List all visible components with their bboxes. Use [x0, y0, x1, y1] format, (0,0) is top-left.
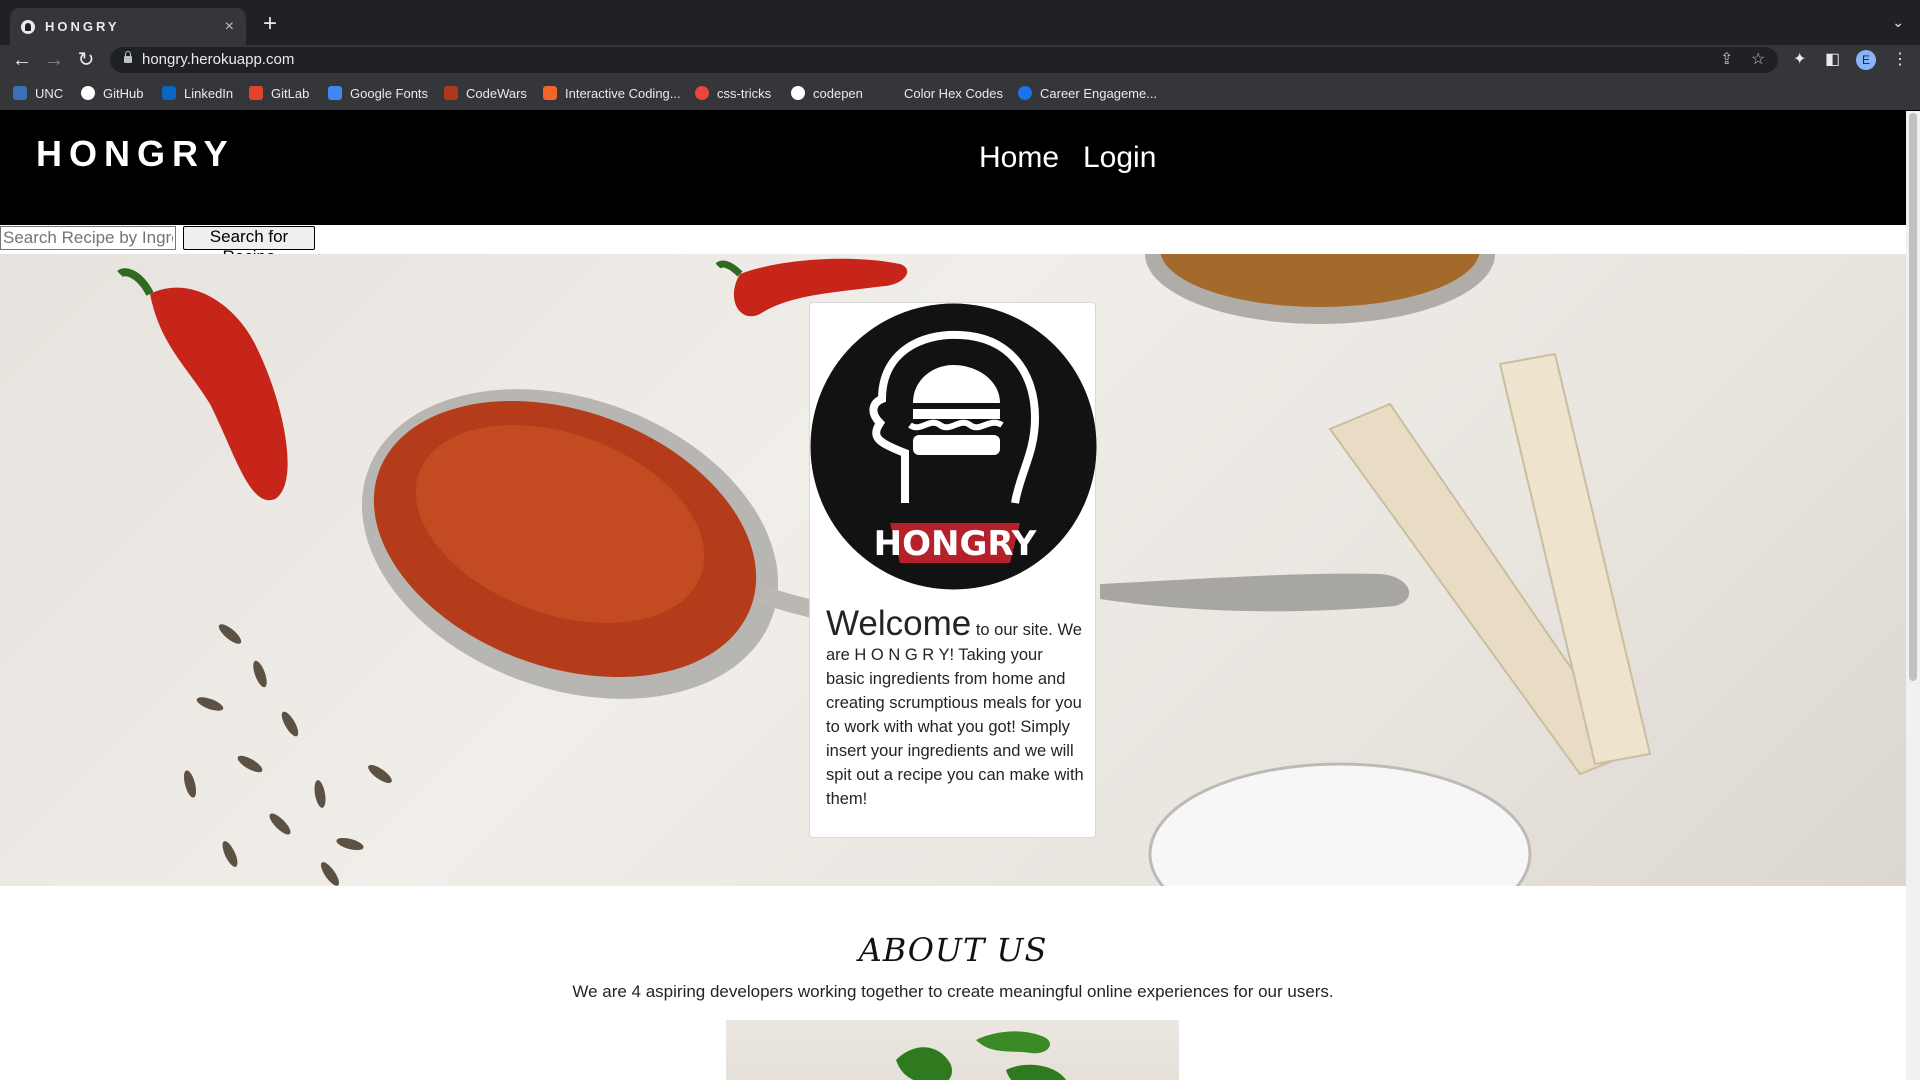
peppers-image — [726, 1020, 1179, 1080]
about-us-title: ABOUT US — [858, 931, 1048, 969]
bookmark-star-icon[interactable]: ☆ — [1751, 50, 1765, 70]
browser-tab[interactable]: HONGRY × — [10, 8, 246, 45]
reload-icon[interactable]: ↻ — [73, 47, 99, 73]
tab-search-chevron-icon[interactable]: ⌄ — [1892, 14, 1904, 31]
browser-toolbar: ← → ↻ hongry.herokuapp.com ⇪ ☆ ✦ ◧ E ⋮ — [0, 45, 1920, 75]
back-icon[interactable]: ← — [9, 47, 35, 73]
bookmark-unc[interactable]: UNC — [13, 84, 63, 102]
page-scrollbar[interactable] — [1906, 111, 1920, 1080]
lemongrass-image — [1328, 352, 1652, 776]
extensions-icon[interactable]: ✦ — [1793, 50, 1806, 70]
github-icon — [81, 86, 95, 100]
bookmark-css-tricks[interactable]: css-tricks — [695, 84, 771, 102]
silver-spoon-image — [1100, 573, 1410, 612]
bookmark-label: CodeWars — [466, 85, 527, 101]
bookmark-label: Google Fonts — [350, 85, 429, 101]
unc-icon — [13, 86, 27, 100]
bookmark-interactive-coding[interactable]: Interactive Coding... — [543, 84, 681, 102]
bookmark-color-hex-codes[interactable]: Color Hex Codes — [882, 84, 1003, 102]
bookmark-label: Career Engageme... — [1040, 85, 1158, 101]
nav-home-link[interactable]: Home — [979, 141, 1059, 175]
bookmark-gitlab[interactable]: GitLab — [249, 84, 309, 102]
side-panel-icon[interactable]: ◧ — [1825, 50, 1840, 70]
hongry-logo-image: HONGRY — [810, 303, 1097, 590]
bookmark-label: GitLab — [271, 85, 310, 101]
browser-tab-bar: HONGRY × + ⌄ — [0, 0, 1920, 45]
chili-pepper-image — [117, 268, 288, 501]
bookmark-label: GitHub — [103, 85, 144, 101]
url-text[interactable]: hongry.herokuapp.com — [142, 51, 294, 68]
spice-spoon-image — [1145, 254, 1495, 324]
welcome-paragraph: Welcome to our site. We are H O N G R Y!… — [826, 605, 1084, 811]
bookmark-google-fonts[interactable]: Google Fonts — [328, 84, 428, 102]
welcome-card: HONGRY Welcome to our site. We are H O N… — [809, 302, 1097, 838]
bookmark-label: codepen — [813, 85, 863, 101]
cumin-seeds-image — [183, 624, 392, 886]
bookmark-codepen[interactable]: codepen — [791, 84, 863, 102]
share-icon[interactable]: ⇪ — [1720, 50, 1733, 70]
bookmark-label: css-tricks — [717, 85, 772, 101]
tab-close-icon[interactable]: × — [225, 18, 234, 36]
hero-banner: HONGRY Welcome to our site. We are H O N… — [0, 254, 1906, 886]
new-tab-icon[interactable]: + — [258, 12, 282, 36]
green-peppers-image — [896, 1031, 1066, 1080]
scrollbar-thumb[interactable] — [1909, 113, 1917, 681]
bookmark-github[interactable]: GitHub — [81, 84, 143, 102]
codewars-icon — [444, 86, 458, 100]
google-fonts-icon — [328, 86, 342, 100]
bookmark-label: Interactive Coding... — [565, 85, 681, 101]
nav-login-link[interactable]: Login — [1083, 141, 1156, 175]
tab-title: HONGRY — [45, 19, 120, 34]
linkedin-icon — [162, 86, 176, 100]
profile-avatar[interactable]: E — [1856, 50, 1876, 70]
menu-kebab-icon[interactable]: ⋮ — [1892, 50, 1908, 70]
hongry-favicon-icon — [21, 19, 35, 34]
bookmark-label: UNC — [35, 85, 64, 101]
address-bar[interactable]: hongry.herokuapp.com ⇪ ☆ — [110, 47, 1778, 73]
site-brand[interactable]: HONGRY — [36, 133, 235, 175]
about-us-text: We are 4 aspiring developers working tog… — [572, 982, 1334, 1001]
welcome-body: to our site. We are H O N G R Y! Taking … — [826, 621, 1084, 808]
ingredient-search-input[interactable] — [0, 226, 176, 250]
gitlab-icon — [249, 86, 263, 100]
search-recipe-button[interactable]: Search for Recipe — [183, 226, 315, 266]
bookmark-label: Color Hex Codes — [904, 85, 1003, 101]
bookmark-career-engagement[interactable]: Career Engageme... — [1018, 84, 1157, 102]
site-header: HONGRY Home Login — [0, 111, 1906, 225]
bookmark-codewars[interactable]: CodeWars — [444, 84, 527, 102]
codepen-icon — [791, 86, 805, 100]
svg-text:HONGRY: HONGRY — [874, 524, 1037, 564]
interactive-coding-icon — [543, 86, 557, 100]
welcome-headline: Welcome — [826, 604, 972, 643]
page-viewport: HONGRY Home Login Search for Recipe — [0, 111, 1906, 1080]
forward-icon[interactable]: → — [41, 47, 67, 73]
career-engagement-icon — [1018, 86, 1032, 100]
salt-bowl-image — [1148, 762, 1532, 886]
bookmarks-bar: UNC GitHub LinkedIn GitLab Google Fonts … — [0, 75, 1920, 111]
css-tricks-icon — [695, 86, 709, 100]
bookmark-label: LinkedIn — [184, 85, 234, 101]
bookmark-linkedin[interactable]: LinkedIn — [162, 84, 233, 102]
color-hex-icon — [882, 86, 896, 100]
lock-icon — [124, 51, 132, 63]
